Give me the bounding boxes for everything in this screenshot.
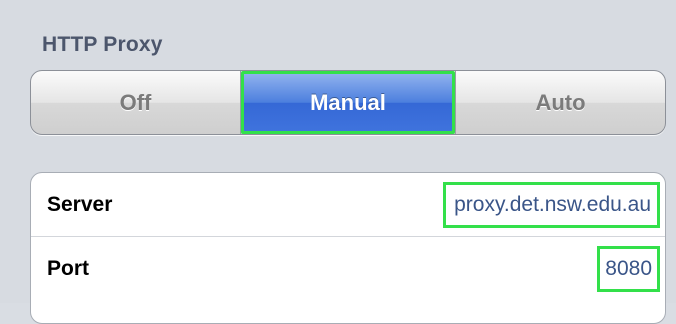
server-field[interactable]: proxy.det.nsw.edu.au	[443, 181, 660, 228]
proxy-mode-manual-segment[interactable]: Manual	[241, 71, 455, 134]
port-label: Port	[47, 257, 89, 280]
port-row[interactable]: Port 8080	[31, 237, 665, 301]
proxy-mode-off-segment[interactable]: Off	[31, 71, 241, 134]
section-title: HTTP Proxy	[42, 33, 163, 56]
proxy-settings-table: Server proxy.det.nsw.edu.au Port 8080	[30, 172, 666, 324]
server-label: Server	[47, 192, 113, 216]
proxy-mode-segmented-control: Off Manual Auto	[30, 70, 666, 135]
proxy-mode-auto-segment[interactable]: Auto	[455, 71, 665, 134]
port-field[interactable]: 8080	[597, 246, 660, 292]
server-row[interactable]: Server proxy.det.nsw.edu.au	[31, 173, 665, 237]
